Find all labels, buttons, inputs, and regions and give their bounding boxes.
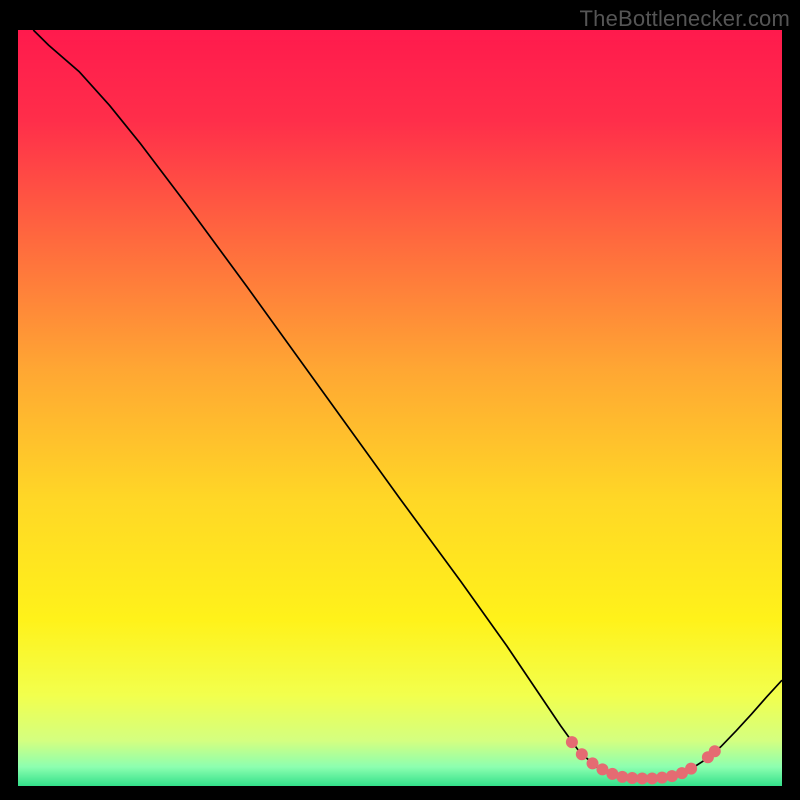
chart-frame: TheBottlenecker.com <box>0 0 800 800</box>
plot-area <box>18 30 782 786</box>
marker-dot <box>709 745 721 757</box>
marker-dot <box>576 748 588 760</box>
marker-dot <box>566 736 578 748</box>
gradient-background <box>18 30 782 786</box>
marker-dot <box>587 757 599 769</box>
watermark-text: TheBottlenecker.com <box>580 6 790 32</box>
chart-svg <box>18 30 782 786</box>
marker-dot <box>685 763 697 775</box>
